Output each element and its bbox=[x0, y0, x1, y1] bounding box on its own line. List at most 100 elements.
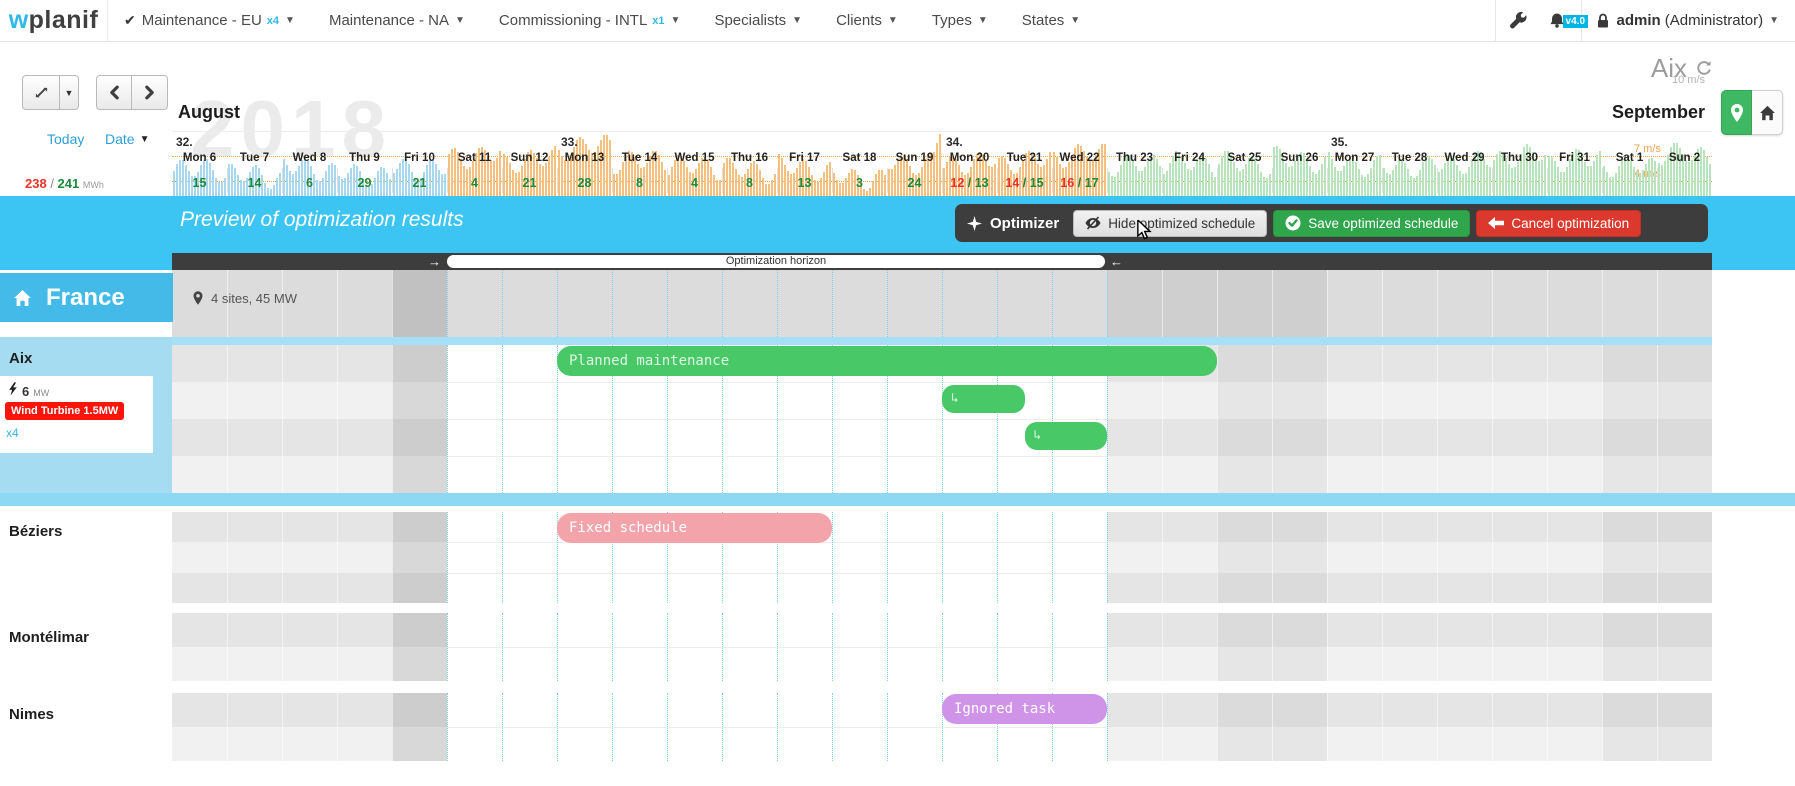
chevron-down-icon: ▼ bbox=[285, 15, 295, 26]
day-label: Sun 12 bbox=[502, 152, 557, 164]
day-label: Wed 22 bbox=[1052, 152, 1107, 164]
day-label: Thu 16 bbox=[722, 152, 777, 164]
day-label: Sat 1 bbox=[1602, 152, 1657, 164]
day-label: Thu 9 bbox=[337, 152, 392, 164]
day-tick bbox=[667, 168, 668, 193]
optimizer-star-icon bbox=[967, 216, 982, 231]
menu-types[interactable]: Types▼ bbox=[932, 12, 988, 29]
day-label: Sat 11 bbox=[447, 152, 502, 164]
day-number: 24 bbox=[887, 176, 942, 190]
menu-states[interactable]: States▼ bbox=[1022, 12, 1080, 29]
day-tick bbox=[1437, 168, 1438, 193]
day-number: 3 bbox=[832, 176, 887, 190]
turbine-count[interactable]: x4 bbox=[6, 426, 19, 440]
site-info-aix: 6MW Wind Turbine 1.5MW x4 bbox=[0, 376, 153, 453]
day-label: Tue 7 bbox=[227, 152, 282, 164]
wrench-icon[interactable] bbox=[1496, 12, 1541, 29]
hide-optimized-schedule-button[interactable]: Hide optimized schedule bbox=[1073, 210, 1267, 237]
day-number: 13 bbox=[777, 176, 832, 190]
site-label-beziers[interactable]: Béziers bbox=[9, 523, 62, 540]
day-number: 14 / 15 bbox=[997, 176, 1052, 190]
menu-maintenance-eu[interactable]: ✔Maintenance - EUx4▼ bbox=[124, 12, 295, 29]
menu-label: Clients bbox=[836, 12, 882, 29]
menu-label: Commissioning - INTL bbox=[499, 12, 647, 29]
day-label: Sat 18 bbox=[832, 152, 887, 164]
day-number: 29 bbox=[337, 176, 392, 190]
day-tick bbox=[282, 168, 283, 193]
eye-slash-icon bbox=[1085, 216, 1101, 230]
location-pin-icon bbox=[1729, 103, 1745, 123]
optimization-horizon-pill[interactable]: Optimization horizon bbox=[447, 255, 1105, 268]
day-label: Mon 27 bbox=[1327, 152, 1382, 164]
day-tick bbox=[777, 168, 778, 193]
home-icon bbox=[13, 289, 32, 307]
day-number: 8 bbox=[612, 176, 667, 190]
horizon-end-handle[interactable]: ← bbox=[1110, 253, 1123, 270]
day-tick bbox=[942, 168, 943, 193]
home-view-button[interactable] bbox=[1752, 90, 1783, 135]
lock-icon bbox=[1596, 13, 1610, 29]
day-label: Wed 15 bbox=[667, 152, 722, 164]
user-role: (Administrator) bbox=[1665, 12, 1763, 29]
day-label: Sun 2 bbox=[1657, 152, 1712, 164]
check-circle-icon bbox=[1285, 215, 1301, 231]
menu-label: Types bbox=[932, 12, 972, 29]
region-summary: 4 sites, 45 MW bbox=[192, 290, 297, 306]
task-bar[interactable]: ↳ bbox=[1025, 422, 1108, 450]
day-label: Tue 28 bbox=[1382, 152, 1437, 164]
site-label-montelimar[interactable]: Montélimar bbox=[9, 629, 89, 646]
day-label: Mon 20 bbox=[942, 152, 997, 164]
horizon-start-handle[interactable]: → bbox=[428, 253, 441, 270]
menu-clients[interactable]: Clients▼ bbox=[836, 12, 898, 29]
nav-right: v4.0 admin (Administrator) ▼ bbox=[1495, 0, 1795, 42]
menu-maintenance-na[interactable]: Maintenance - NA ▼ bbox=[329, 12, 465, 29]
day-number: 16 / 17 bbox=[1052, 176, 1107, 190]
day-label: Sat 25 bbox=[1217, 152, 1272, 164]
app-logo[interactable]: wplanif bbox=[0, 0, 108, 42]
home-icon bbox=[1759, 105, 1776, 121]
day-tick bbox=[1547, 168, 1548, 193]
location-pin-button[interactable] bbox=[1721, 90, 1752, 135]
day-number: 28 bbox=[557, 176, 612, 190]
optimizer-label: Optimizer bbox=[967, 215, 1059, 232]
menu-label: Maintenance - NA bbox=[329, 12, 449, 29]
day-label: Sun 19 bbox=[887, 152, 942, 164]
day-label: Wed 8 bbox=[282, 152, 337, 164]
chevron-down-icon: ▼ bbox=[455, 15, 465, 26]
day-tick bbox=[1327, 168, 1328, 193]
week-label: 32. bbox=[176, 135, 193, 149]
cancel-optimization-button[interactable]: Cancel optimization bbox=[1476, 210, 1641, 237]
day-number: 4 bbox=[447, 176, 502, 190]
day-tick bbox=[887, 168, 888, 193]
top-nav: wplanif ✔Maintenance - EUx4▼ Maintenance … bbox=[0, 0, 1795, 42]
task-bar[interactable]: Ignored task bbox=[942, 694, 1107, 724]
day-label: Mon 6 bbox=[172, 152, 227, 164]
site-label-aix[interactable]: Aix bbox=[9, 350, 32, 367]
day-tick bbox=[997, 168, 998, 193]
site-label-nimes[interactable]: Nimes bbox=[9, 706, 54, 723]
menu-commissioning-intl[interactable]: Commissioning - INTLx1▼ bbox=[499, 12, 681, 29]
banner-title: Preview of optimization results bbox=[180, 208, 464, 232]
task-bar[interactable]: Planned maintenance bbox=[557, 346, 1217, 376]
map-pin-icon bbox=[192, 290, 204, 306]
day-label: Mon 13 bbox=[557, 152, 612, 164]
day-tick bbox=[392, 168, 393, 193]
day-number: 6 bbox=[282, 176, 337, 190]
menu-specialists[interactable]: Specialists▼ bbox=[714, 12, 802, 29]
user-menu[interactable]: admin (Administrator) ▼ bbox=[1582, 12, 1795, 29]
day-label: Wed 29 bbox=[1437, 152, 1492, 164]
hide-button-label: Hide optimized schedule bbox=[1108, 216, 1255, 231]
save-optimized-schedule-button[interactable]: Save optimized schedule bbox=[1273, 210, 1470, 237]
menu-label: States bbox=[1022, 12, 1065, 29]
day-tick bbox=[722, 168, 723, 193]
calendar-header: ▼ Today Date ▼ 238 / 241 MWh 2018 August… bbox=[0, 43, 1795, 195]
notifications-bell-icon[interactable]: v4.0 bbox=[1541, 12, 1581, 29]
day-label: Thu 30 bbox=[1492, 152, 1547, 164]
check-icon: ✔ bbox=[124, 12, 136, 29]
task-bar[interactable]: ↳ bbox=[942, 385, 1025, 413]
logo-rest: planif bbox=[29, 6, 99, 35]
optimizer-panel: Optimizer Hide optimized schedule Save o… bbox=[955, 204, 1708, 242]
region-header-france[interactable]: France bbox=[0, 273, 173, 322]
turbine-type-badge[interactable]: Wind Turbine 1.5MW bbox=[5, 402, 124, 420]
task-bar[interactable]: Fixed schedule bbox=[557, 513, 832, 543]
